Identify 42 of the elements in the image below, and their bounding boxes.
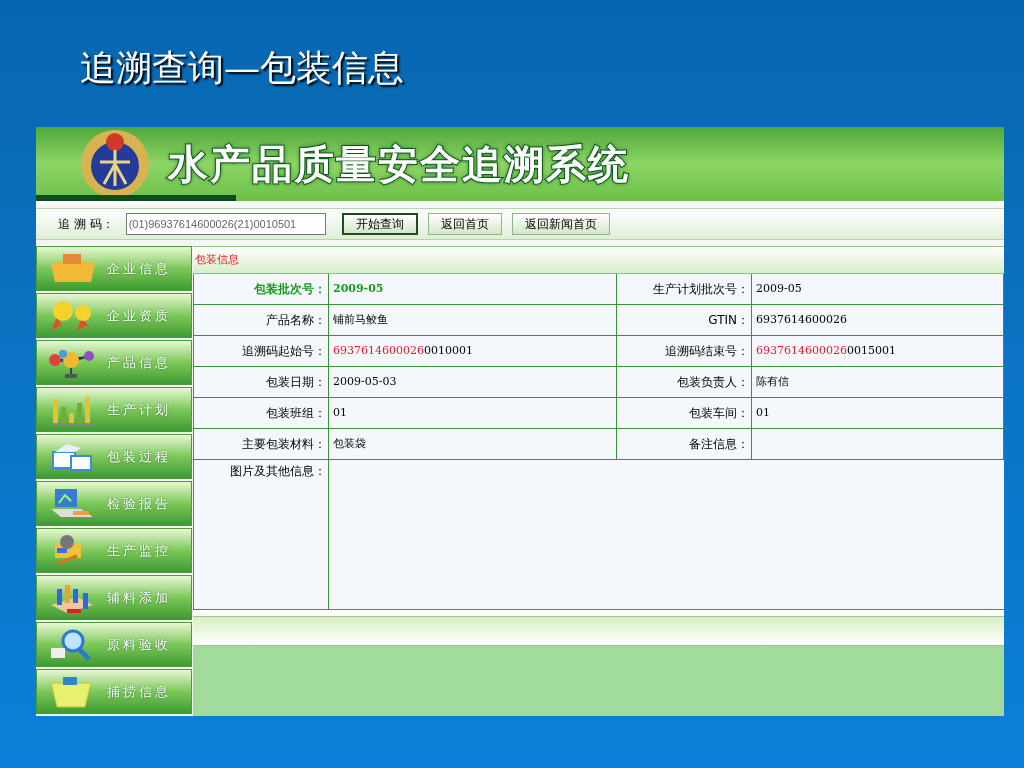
field-value: 01 [756,404,770,421]
section-title: 包装信息 [195,251,239,268]
sidebar-item[interactable]: 产品信息 [36,340,192,385]
sidebar-item[interactable]: 检验报告 [36,481,192,526]
toolbar-button[interactable]: 返回首页 [427,213,502,236]
sidebar-item[interactable]: 原料验收 [36,622,192,667]
field-label: 备注信息： [689,436,749,453]
sidebar-item[interactable]: 辅料添加 [36,575,192,620]
toolbar-button[interactable]: 返回新闻首页 [511,213,610,236]
field-label: 图片及其他信息： [230,463,326,480]
system-title: 水产品质量安全追溯系统 [168,140,630,190]
field-label: GTIN： [708,312,749,329]
field-value: 铺前马鲛鱼 [333,311,388,328]
field-label: 包装日期： [266,374,326,391]
field-label: 包装负责人： [677,374,749,391]
field-label: 生产计划批次号： [653,281,749,298]
sidebar-item[interactable]: 捕捞信息 [36,669,192,714]
field-value: 2009-05 [333,280,384,297]
trace-code-field[interactable]: (01)96937614600026(21)0010501 [125,213,326,236]
field-value: 6937614600026 [756,311,847,328]
sidebar-item[interactable]: 企业资质 [36,293,192,338]
field-label: 追溯码结束号： [665,343,749,360]
field-label: 包装班组： [266,405,326,422]
field-label: 产品名称： [266,312,326,329]
sidebar-item[interactable]: 包装过程 [36,434,192,479]
sidebar-item[interactable]: 企业信息 [36,246,192,291]
field-value: 69376146000260010001 [333,342,473,359]
field-value: 陈有信 [756,373,789,390]
field-value: 2009-05-03 [333,373,397,390]
trace-code-label: 追 溯 码： [58,216,114,234]
field-label: 包装批次号： [254,281,326,298]
toolbar-button[interactable]: 开始查询 [341,213,418,236]
slide-title: 追溯查询—包装信息 [80,47,404,88]
field-label: 主要包装材料： [242,436,326,453]
field-value: 包装袋 [333,435,366,452]
field-label: 包装车间： [689,405,749,422]
field-value: 01 [333,404,347,421]
field-label: 追溯码起始号： [242,343,326,360]
field-value: 2009-05 [756,280,802,297]
field-value: 69376146000260015001 [756,342,896,359]
sidebar-item[interactable]: 生产监控 [36,528,192,573]
sidebar-item[interactable]: 生产计划 [36,387,192,432]
